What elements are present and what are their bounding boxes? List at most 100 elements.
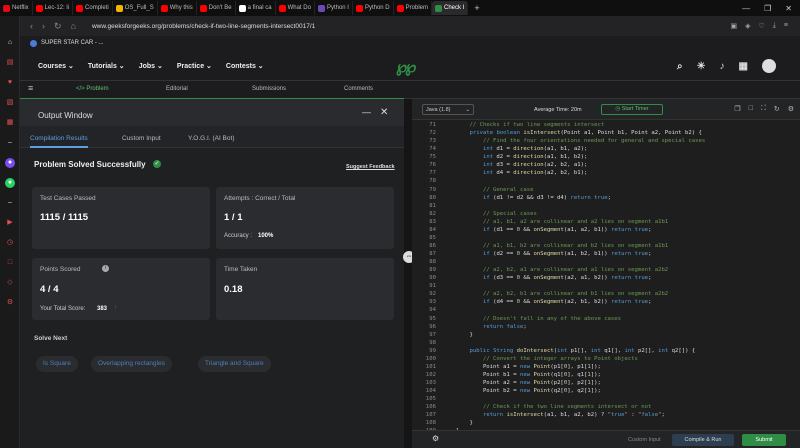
code-line: 93 if (d4 == 0 && onSegment(a2, b1, b2))… bbox=[412, 298, 800, 306]
info-icon[interactable]: i bbox=[102, 265, 109, 272]
code-line: 73 // Find the four orientations needed … bbox=[412, 137, 800, 145]
close-window-icon[interactable]: ✕ bbox=[785, 4, 792, 13]
nav-menu-item[interactable]: Courses ⌄ bbox=[38, 62, 74, 70]
copy-icon[interactable]: ❐ bbox=[734, 105, 740, 113]
solve-next-chip[interactable]: Is Square bbox=[36, 356, 78, 372]
minus-icon[interactable]: – bbox=[5, 198, 15, 208]
avatar[interactable] bbox=[762, 59, 776, 73]
nav-menu-item[interactable]: Contests ⌄ bbox=[226, 62, 264, 70]
grid-icon[interactable]: ▦ bbox=[739, 61, 748, 72]
line-number: 102 bbox=[425, 371, 436, 378]
code-text: // Checks if two line segments intersect bbox=[469, 122, 605, 128]
browser-tab[interactable]: Python I bbox=[315, 1, 353, 15]
close-icon[interactable]: ✕ bbox=[380, 107, 388, 118]
twitch-icon[interactable]: ▧ bbox=[5, 98, 15, 108]
nav-menu-item[interactable]: Tutorials ⌄ bbox=[88, 62, 125, 70]
tab-problem[interactable]: </> Problem bbox=[76, 86, 109, 92]
bag-icon[interactable]: ▤ bbox=[5, 58, 15, 68]
line-number: 82 bbox=[429, 210, 436, 217]
line-number: 76 bbox=[429, 162, 436, 169]
gfg-logo-icon[interactable]: ℘℘ bbox=[396, 57, 416, 77]
points-card: Points Scored i 4 / 4 Your Total Score: … bbox=[32, 258, 210, 320]
browser-tab[interactable]: Completi bbox=[73, 1, 113, 15]
home-icon[interactable]: ⌂ bbox=[5, 38, 15, 48]
minimize-icon[interactable]: — bbox=[362, 107, 371, 117]
nav-menu-item[interactable]: Jobs ⌄ bbox=[139, 62, 163, 70]
settings-icon[interactable]: ⚙ bbox=[432, 434, 439, 443]
heart-icon[interactable]: ♡ bbox=[759, 22, 765, 30]
url-field[interactable]: www.geeksforgeeks.org/problems/check-if-… bbox=[92, 23, 731, 30]
browser-tab[interactable]: a final ca bbox=[236, 1, 276, 15]
gear-icon[interactable]: ⚙ bbox=[5, 298, 15, 308]
shield-icon[interactable]: ◈ bbox=[745, 22, 750, 30]
menu-icon[interactable]: ≡ bbox=[784, 22, 788, 30]
custom-input-button[interactable]: Custom Input bbox=[628, 437, 661, 443]
browser-tab[interactable]: Problem bbox=[394, 1, 432, 15]
browser-tab[interactable]: What Do bbox=[276, 1, 315, 15]
language-select[interactable]: Java (1.8) ⌄ bbox=[422, 104, 474, 115]
bookmark-item[interactable]: SUPER STAR CAR - ... bbox=[41, 40, 104, 46]
forward-icon[interactable]: › bbox=[42, 21, 45, 32]
box-icon[interactable]: □ bbox=[5, 258, 15, 268]
cube-icon[interactable]: ◇ bbox=[5, 278, 15, 288]
camera-icon[interactable]: ▣ bbox=[731, 22, 738, 30]
fullscreen-icon[interactable]: ⛶ bbox=[761, 105, 766, 113]
browser-tab[interactable]: Python D bbox=[353, 1, 394, 15]
reset-icon[interactable]: ↻ bbox=[774, 105, 780, 113]
back-icon[interactable]: ‹ bbox=[30, 21, 33, 32]
download-icon[interactable]: ⤓ bbox=[773, 22, 776, 30]
browser-tab[interactable]: Check I bbox=[431, 1, 469, 15]
home-icon[interactable]: ⌂ bbox=[71, 21, 76, 32]
search-icon[interactable]: ⌕ bbox=[677, 61, 683, 72]
whatsapp-icon[interactable]: ● bbox=[5, 178, 15, 188]
theme-toggle-icon[interactable]: ☀ bbox=[697, 61, 706, 72]
play-icon[interactable]: ▶ bbox=[5, 218, 15, 228]
new-file-icon[interactable]: □ bbox=[749, 105, 753, 113]
tab-compilation-results[interactable]: Compilation Results bbox=[30, 135, 88, 148]
minimize-window-icon[interactable]: — bbox=[742, 4, 750, 13]
hamburger-icon[interactable]: ≡ bbox=[28, 83, 33, 93]
solve-next-chip[interactable]: Triangle and Square bbox=[198, 356, 271, 372]
output-title: Output Window bbox=[38, 111, 93, 120]
code-text: Point b2 = new Point(q2[0], q2[1]); bbox=[456, 388, 601, 395]
code-line: 87 if (d2 == 0 && onSegment(a1, b2, b1))… bbox=[412, 250, 800, 258]
submit-button[interactable]: Submit bbox=[742, 434, 786, 446]
tab-editorial[interactable]: Editorial bbox=[166, 86, 188, 92]
tiles-icon[interactable]: ▦ bbox=[5, 118, 15, 128]
line-number: 105 bbox=[425, 396, 436, 403]
browser-tab-label: Completi bbox=[85, 5, 109, 11]
reload-icon[interactable]: ↻ bbox=[54, 21, 62, 32]
problem-subnav: ≡ </> Problem Editorial Submissions Comm… bbox=[20, 81, 800, 99]
tab-favicon-icon bbox=[434, 4, 442, 12]
browser-tab[interactable]: Don't Be bbox=[197, 1, 236, 15]
nav-menu-item[interactable]: Practice ⌄ bbox=[177, 62, 212, 70]
maximize-window-icon[interactable]: ❐ bbox=[764, 4, 771, 13]
tab-yogi[interactable]: Y.O.G.I. (AI Bot) bbox=[188, 135, 234, 142]
pane-divider[interactable] bbox=[404, 99, 412, 448]
browser-tab[interactable]: Why this bbox=[158, 1, 197, 15]
line-number: 81 bbox=[429, 202, 436, 209]
code-line: 107 return isIntersect(a1, b1, a2, b2) ?… bbox=[412, 411, 800, 419]
tab-submissions[interactable]: Submissions bbox=[252, 86, 286, 92]
heart-icon[interactable]: ♥ bbox=[5, 78, 15, 88]
settings-icon[interactable]: ⚙ bbox=[788, 105, 794, 113]
messenger-icon[interactable]: ● bbox=[5, 158, 15, 168]
tests-label: Test Cases Passed bbox=[40, 195, 96, 202]
bell-icon[interactable]: ♪ bbox=[720, 61, 725, 72]
compile-run-button[interactable]: Compile & Run bbox=[672, 434, 734, 446]
line-number: 106 bbox=[425, 404, 436, 411]
start-timer-button[interactable]: ◷ Start Timer bbox=[601, 104, 663, 115]
browser-tab[interactable]: Netflix bbox=[0, 1, 33, 15]
browser-tab[interactable]: Lec-12: li bbox=[33, 1, 74, 15]
solve-next-chip[interactable]: Overlapping rectangles bbox=[91, 356, 172, 372]
new-tab-icon[interactable]: + bbox=[468, 3, 485, 13]
tab-custom-input[interactable]: Custom Input bbox=[122, 135, 161, 142]
minus-icon[interactable]: – bbox=[5, 138, 15, 148]
code-area[interactable]: 71 // Checks if two line segments inters… bbox=[412, 121, 800, 430]
suggest-feedback-link[interactable]: Suggest Feedback bbox=[346, 164, 395, 170]
tab-comments[interactable]: Comments bbox=[344, 86, 373, 92]
clock-icon[interactable]: ◷ bbox=[5, 238, 15, 248]
browser-tab[interactable]: OS_Full_S bbox=[113, 1, 158, 15]
